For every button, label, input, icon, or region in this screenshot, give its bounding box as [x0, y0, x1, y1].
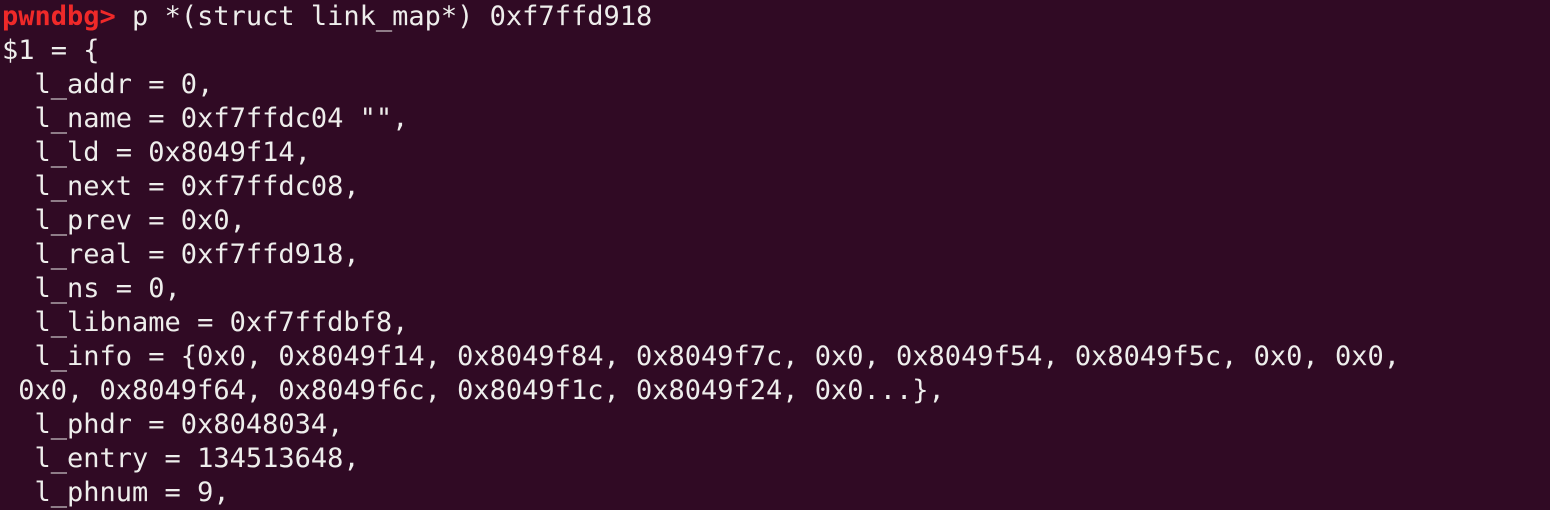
output-line: 0x0, 0x8049f64, 0x8049f6c, 0x8049f1c, 0x…: [2, 375, 945, 406]
output-line: l_info = {0x0, 0x8049f14, 0x8049f84, 0x8…: [2, 341, 1400, 372]
output-line: l_next = 0xf7ffdc08,: [2, 171, 360, 202]
output-line: l_ld = 0x8049f14,: [2, 137, 311, 168]
command-line: pwndbg> p *(struct link_map*) 0xf7ffd918: [2, 0, 1550, 34]
output-line: l_phdr = 0x8048034,: [2, 409, 344, 440]
command-text: p *(struct link_map*) 0xf7ffd918: [115, 1, 653, 32]
output-line: l_entry = 134513648,: [2, 443, 360, 474]
terminal-window[interactable]: pwndbg> p *(struct link_map*) 0xf7ffd918…: [0, 0, 1550, 510]
output-line: l_ns = 0,: [2, 273, 181, 304]
output-line: l_name = 0xf7ffdc04 "",: [2, 103, 409, 134]
output-line: l_libname = 0xf7ffdbf8,: [2, 307, 409, 338]
output-line: l_real = 0xf7ffd918,: [2, 239, 360, 270]
output-line: l_prev = 0x0,: [2, 205, 246, 236]
output-line: l_addr = 0,: [2, 69, 214, 100]
output-line: l_phnum = 9,: [2, 477, 230, 508]
pwndbg-prompt: pwndbg>: [2, 1, 116, 32]
output-line: $1 = {: [2, 35, 100, 66]
